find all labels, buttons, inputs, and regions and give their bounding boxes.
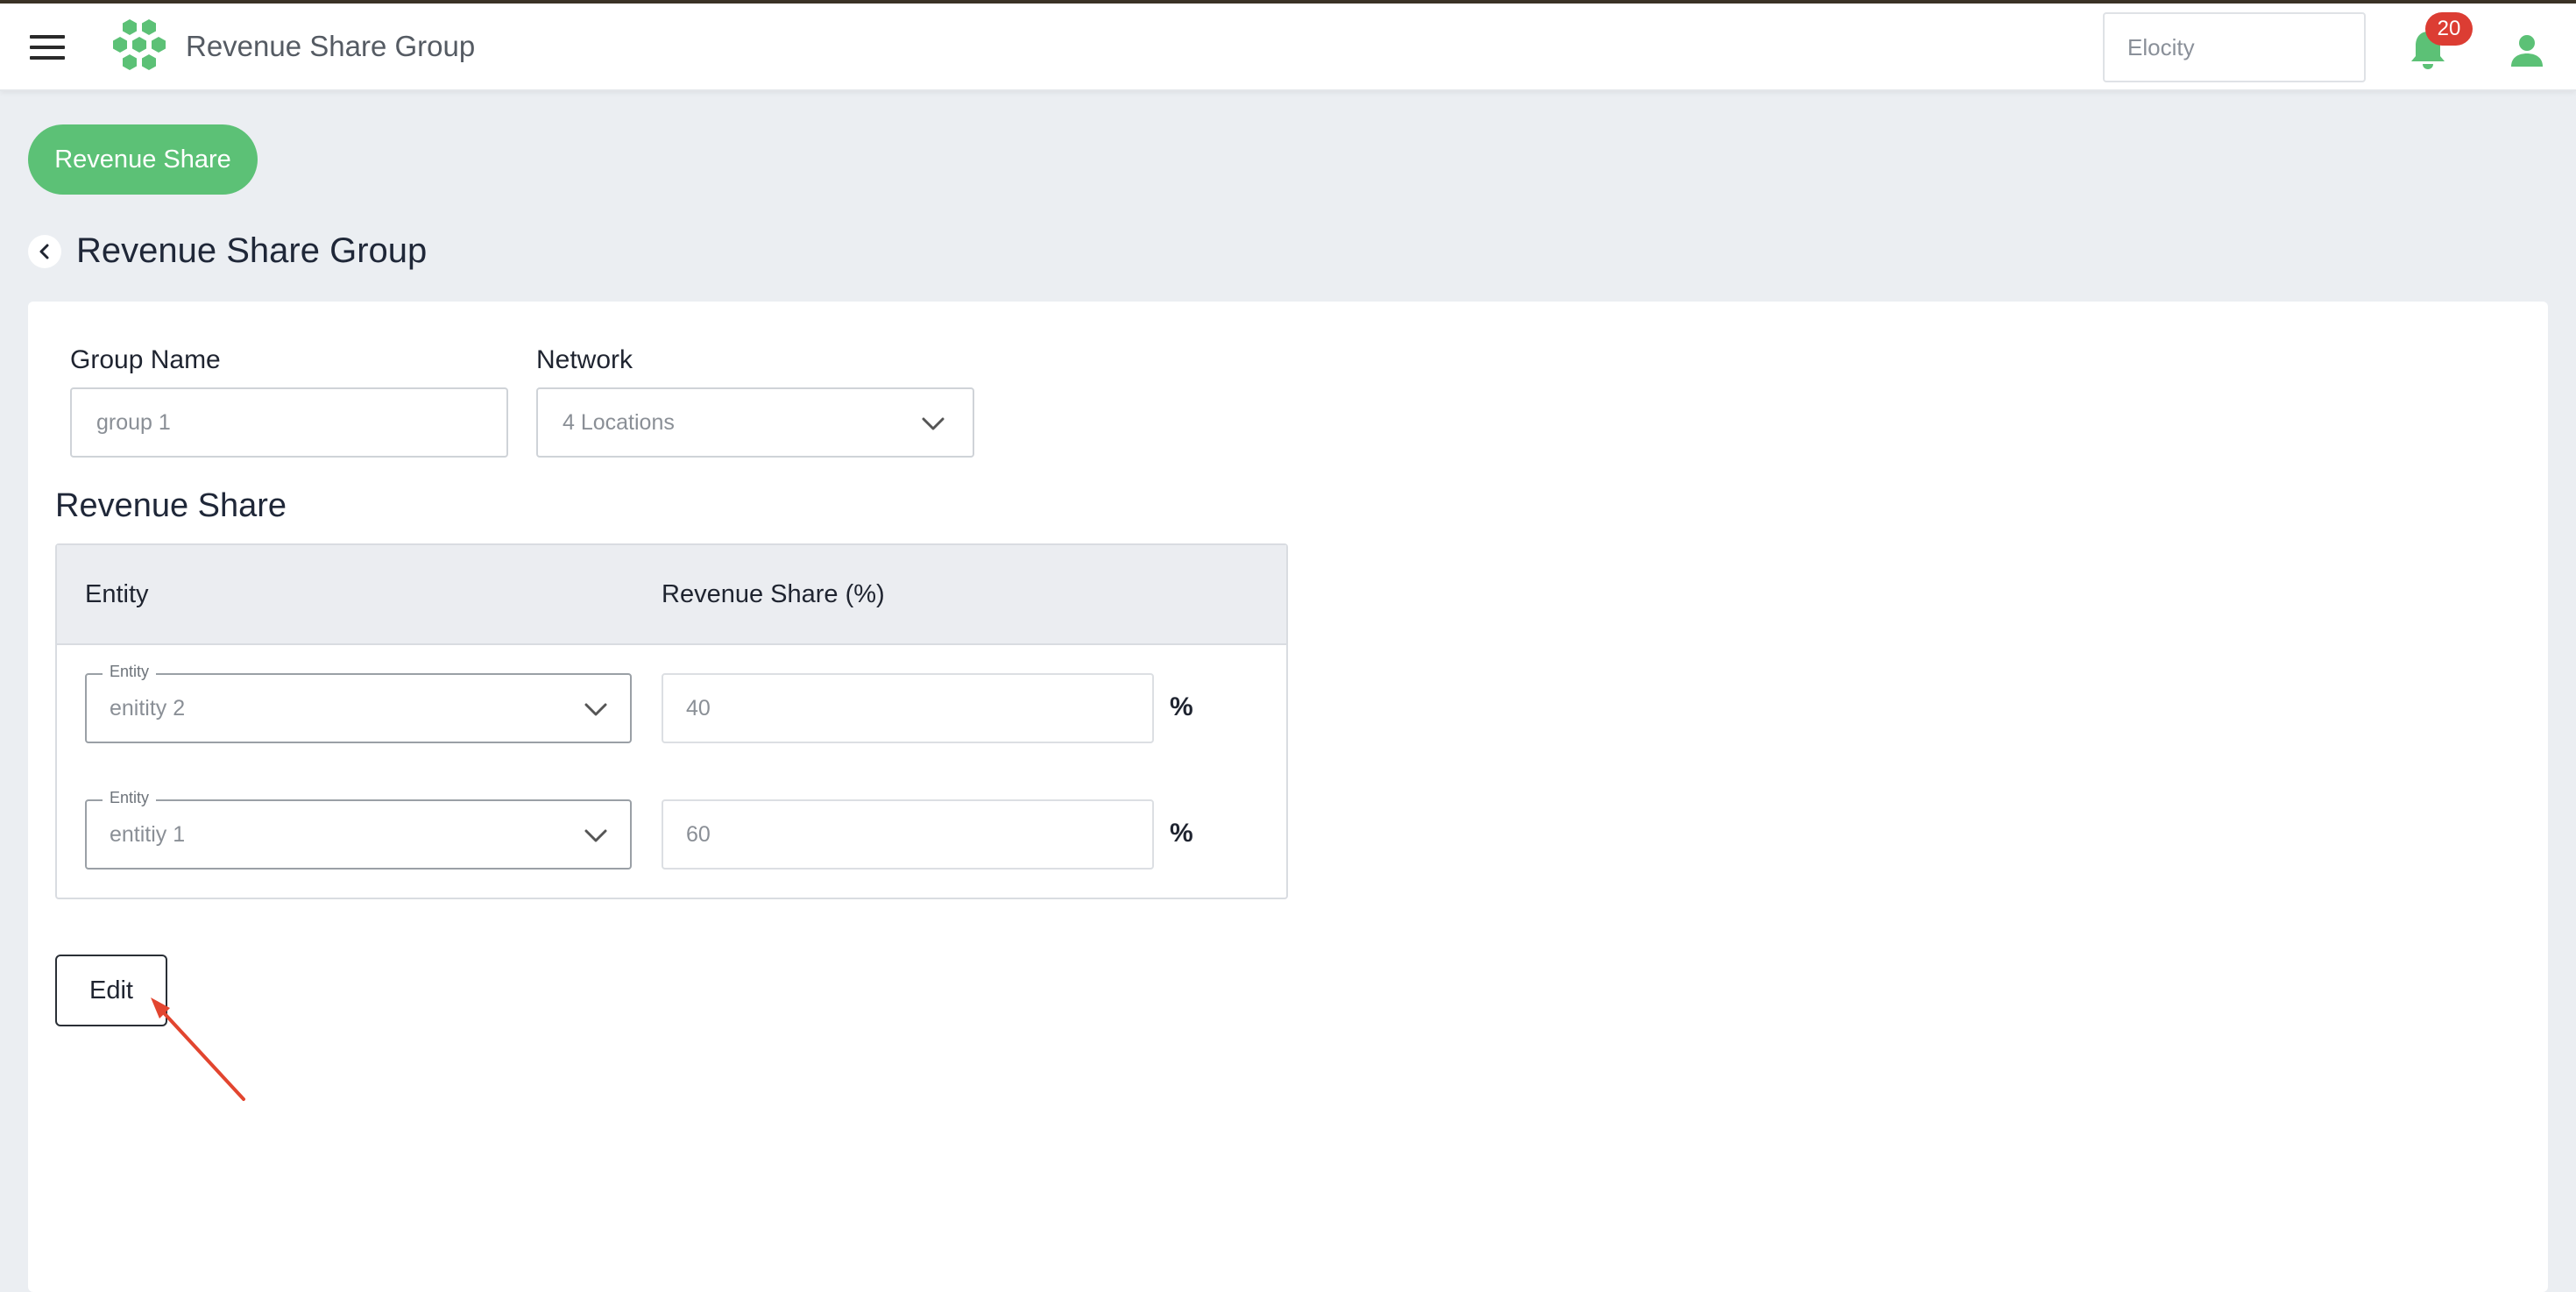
- app-header: Revenue Share Group 20: [0, 4, 2576, 91]
- notification-count-badge: 20: [2425, 12, 2473, 46]
- revenue-share-input-row-1[interactable]: [662, 673, 1154, 743]
- revenue-share-section-title: Revenue Share: [55, 487, 287, 524]
- organization-search-input[interactable]: [2103, 12, 2366, 82]
- column-header-revenue-share: Revenue Share (%): [662, 580, 885, 608]
- page-title: Revenue Share Group: [76, 231, 428, 270]
- entity-field-legend: Entity: [103, 789, 157, 807]
- entity-select-row-1[interactable]: Entity enitity 2: [85, 663, 632, 743]
- hexagon-cluster-logo: [113, 19, 166, 70]
- revenue-share-nav-button[interactable]: Revenue Share: [28, 124, 258, 195]
- app-title: Revenue Share Group: [186, 30, 476, 62]
- chevron-down-icon: [584, 703, 607, 716]
- percent-sign: %: [1170, 692, 1193, 721]
- hamburger-menu-icon[interactable]: [30, 35, 65, 63]
- revenue-share-input-row-2[interactable]: [662, 799, 1154, 870]
- table-header-row: Entity Revenue Share (%): [57, 545, 1286, 645]
- back-button[interactable]: [28, 235, 61, 268]
- column-header-entity: Entity: [85, 580, 149, 608]
- network-select-value: 4 Locations: [563, 410, 675, 435]
- network-select[interactable]: 4 Locations: [536, 387, 974, 458]
- entity-select-value: entitiy 1: [110, 822, 186, 847]
- group-name-label: Group Name: [70, 345, 221, 374]
- network-label: Network: [536, 345, 633, 374]
- revenue-share-table: Entity Revenue Share (%) Entity enitity …: [55, 543, 1288, 899]
- entity-field-legend: Entity: [103, 663, 157, 681]
- entity-select-row-2[interactable]: Entity entitiy 1: [85, 789, 632, 870]
- chevron-left-icon: [39, 244, 49, 259]
- chevron-down-icon: [584, 829, 607, 842]
- percent-sign: %: [1170, 819, 1193, 848]
- entity-select-value: enitity 2: [110, 696, 186, 721]
- annotation-arrow: [151, 997, 245, 1101]
- chevron-down-icon: [922, 417, 945, 430]
- user-icon[interactable]: [2509, 33, 2544, 68]
- group-name-input[interactable]: [70, 387, 508, 458]
